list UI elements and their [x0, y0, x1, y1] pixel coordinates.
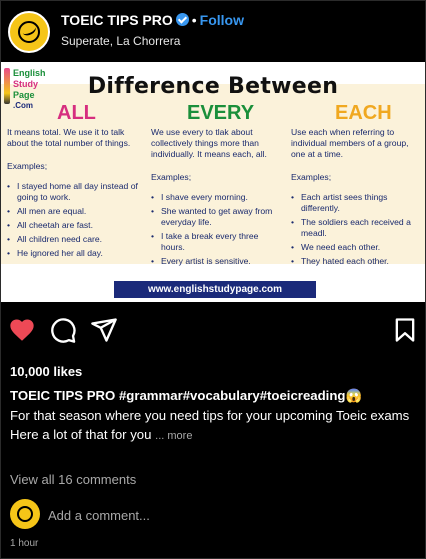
column-description: We use every to tlak about collectively … — [151, 127, 267, 159]
paper-plane-icon[interactable] — [90, 316, 118, 344]
example-item: Each artist sees things differently. — [291, 192, 421, 214]
examples-label: Examples; — [7, 161, 48, 171]
example-item: We need each other. — [291, 242, 421, 253]
account-avatar[interactable] — [8, 11, 50, 53]
column-heading: ALL — [57, 102, 96, 124]
caption-username[interactable]: TOEIC TIPS PRO — [10, 388, 115, 403]
post-caption: TOEIC TIPS PRO #grammar#vocabulary#toeic… — [10, 386, 418, 447]
account-name[interactable]: TOEIC TIPS PRO — [61, 12, 173, 28]
scream-emoji: 😱 — [345, 388, 362, 403]
example-item: They hated each other. — [291, 256, 421, 267]
post-header: TOEIC TIPS PRO • Follow Superate, La Chorr… — [0, 0, 426, 62]
add-comment-input[interactable] — [48, 506, 408, 524]
example-item: He ignored her all day. — [7, 248, 141, 259]
example-item: I stayed home all day instead of going t… — [7, 181, 141, 203]
column-every: EVERY We use every to tlak about collect… — [151, 102, 283, 270]
column-heading: EACH — [335, 102, 392, 124]
website-banner: www.englishstudypage.com — [114, 281, 316, 298]
examples-label: Examples; — [291, 172, 332, 182]
column-description: Use each when referring to individual me… — [291, 127, 409, 159]
view-all-comments-link[interactable]: View all 16 comments — [10, 472, 136, 487]
examples-list: I stayed home all day instead of going t… — [7, 181, 141, 259]
account-row: TOEIC TIPS PRO • Follow — [61, 12, 244, 28]
heart-filled-icon[interactable] — [8, 316, 36, 344]
column-each: EACH Use each when referring to individu… — [291, 102, 421, 270]
column-all: ALL It means total. We use it to talk ab… — [7, 102, 141, 262]
separator-dot: • — [191, 12, 197, 28]
post-location[interactable]: Superate, La Chorrera — [61, 34, 180, 48]
example-item: I shave every morning. — [151, 192, 283, 203]
likes-count[interactable]: 10,000 likes — [10, 364, 82, 379]
verified-badge-icon — [175, 13, 189, 26]
caption-text: Here a lot of that for you — [10, 427, 152, 442]
example-item: All children need care. — [7, 234, 141, 245]
more-link[interactable]: ... more — [155, 430, 192, 442]
example-item: The soldiers each received a meadl. — [291, 217, 421, 239]
example-item: I take a break every three hours. — [151, 231, 283, 253]
caption-hashtags[interactable]: #grammar#vocabulary#toeicreading — [119, 388, 346, 403]
example-item: She wanted to get away from everyday lif… — [151, 206, 283, 228]
post-image[interactable]: English Study Page .Com Difference Betwe… — [1, 62, 425, 302]
examples-list: I shave every morning. She wanted to get… — [151, 192, 283, 267]
action-bar — [0, 312, 426, 348]
examples-list: Each artist sees things differently. The… — [291, 192, 421, 267]
post-image-title: Difference Between — [87, 74, 339, 99]
user-avatar — [10, 499, 40, 529]
follow-button[interactable]: Follow — [200, 12, 244, 28]
post-timestamp: 1 hour — [10, 538, 39, 549]
caption-text: For that season where you need tips for … — [10, 407, 410, 423]
comment-icon[interactable] — [49, 316, 77, 344]
example-item: All men are equal. — [7, 206, 141, 217]
column-description: It means total. We use it to talk about … — [7, 127, 131, 148]
column-heading: EVERY — [187, 102, 255, 124]
examples-label: Examples; — [151, 172, 192, 182]
add-comment-row — [0, 497, 426, 533]
bookmark-icon[interactable] — [391, 316, 419, 344]
example-item: All cheetah are fast. — [7, 220, 141, 231]
example-item: Every artist is sensitive. — [151, 256, 283, 267]
